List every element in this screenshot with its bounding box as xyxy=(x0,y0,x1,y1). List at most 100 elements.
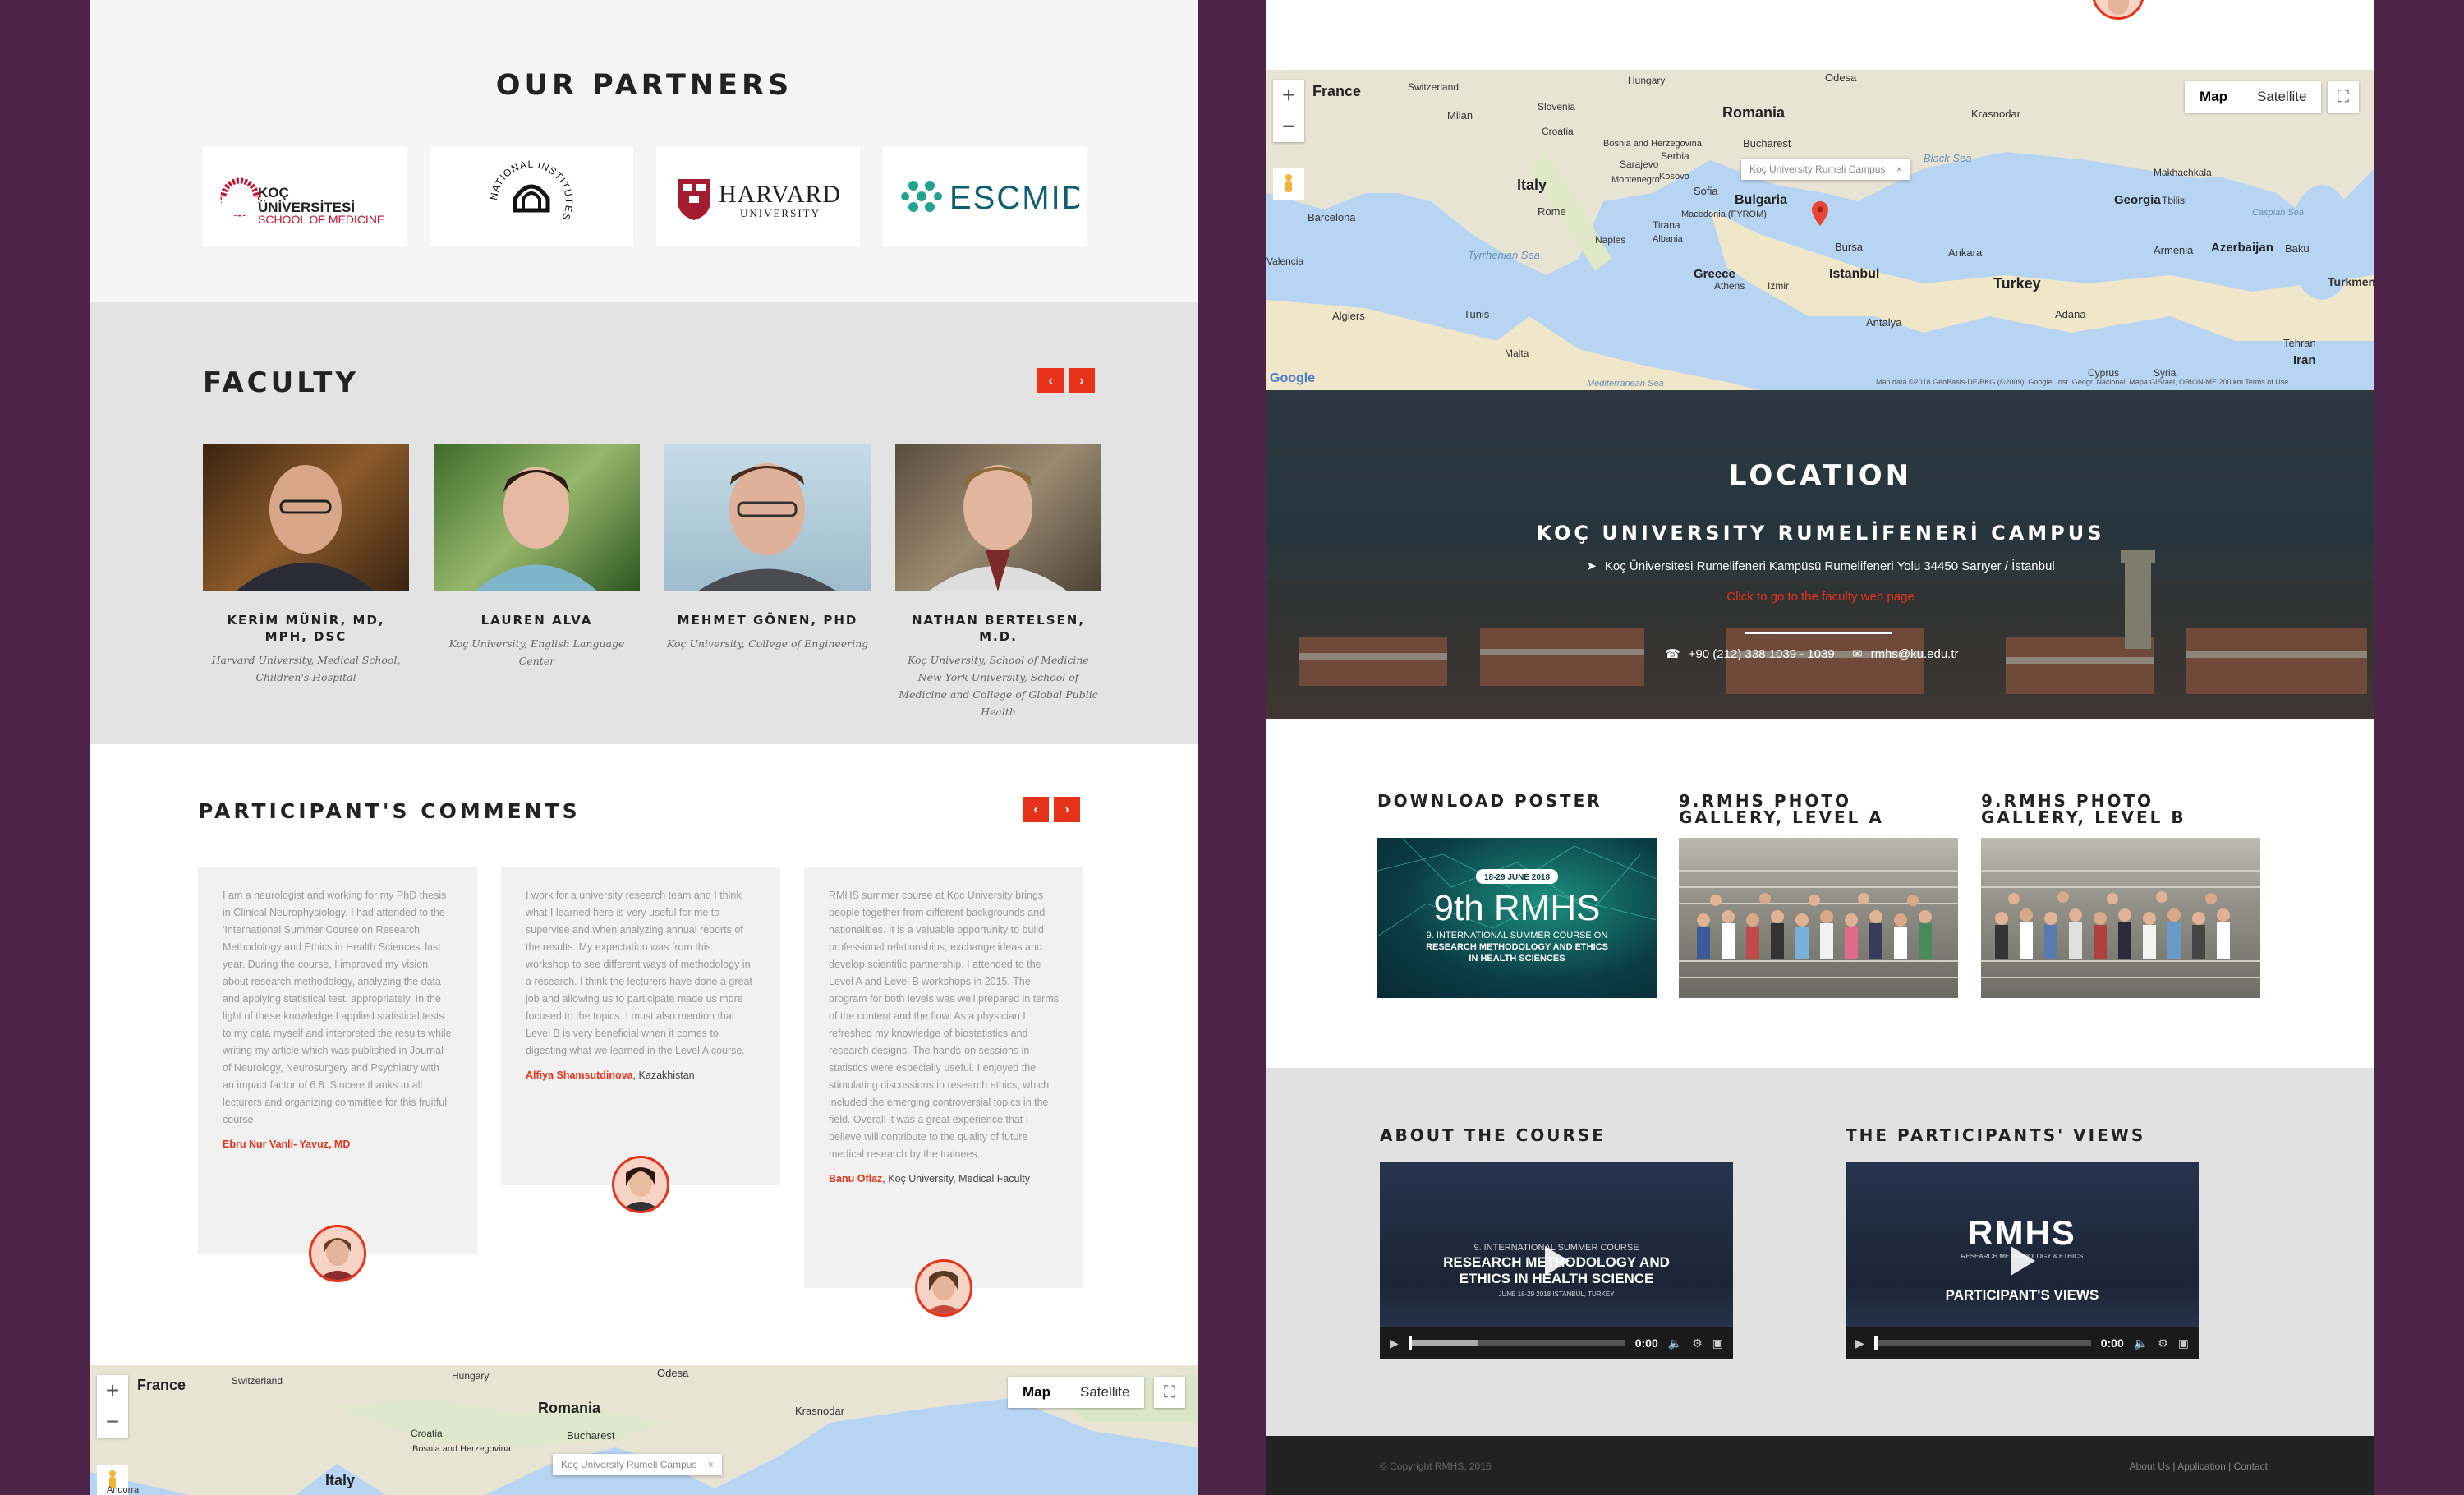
participants-views-video[interactable]: RMHS RESEARCH METHODOLOGY & ETHICS PARTI… xyxy=(1846,1162,2199,1359)
faculty-affiliation: Koç University, English Language Center xyxy=(448,637,625,667)
map-label: Slovenia xyxy=(1538,101,1576,113)
settings-gear-icon[interactable]: ⚙ xyxy=(2158,1336,2168,1350)
map-label: Rome xyxy=(1538,205,1566,218)
faculty-carousel-arrows: ‹ › xyxy=(1037,368,1095,393)
play-button-icon[interactable]: ▶ xyxy=(1390,1336,1399,1350)
map-label: Italy xyxy=(325,1472,356,1488)
map-label: Bucharest xyxy=(1743,137,1791,150)
play-button-icon[interactable]: ▶ xyxy=(1855,1336,1864,1350)
info-window-close-button[interactable]: × xyxy=(708,1459,714,1470)
map-label: Odesa xyxy=(1825,71,1857,84)
faculty-photo xyxy=(434,444,640,591)
location-map[interactable]: + − Map Satellite ⛶ France Switzerland H… xyxy=(1266,70,2374,390)
nih-logo-link[interactable]: NATIONAL INSTITUTES OF HEALTH xyxy=(430,147,633,246)
gallery-a-link[interactable] xyxy=(1679,838,1958,998)
volume-icon[interactable]: 🔈 xyxy=(2134,1336,2148,1350)
map-label: Valencia xyxy=(1266,255,1304,267)
map-label: Black Sea xyxy=(1924,152,1972,164)
comments-title: PARTICIPANT'S COMMENTS xyxy=(198,799,581,823)
phone-number[interactable]: +90 (212) 338 1039 - 1039 xyxy=(1689,647,1835,661)
map-label: Sarajevo xyxy=(1620,159,1659,170)
left-page-panel: OUR PARTNERS KOÇ ÜNİVERSİTESİ SCHOOL OF … xyxy=(90,0,1198,1495)
comment-avatar xyxy=(612,1156,669,1213)
map-label: Malta xyxy=(1505,347,1529,359)
map-label: Italy xyxy=(1517,177,1547,193)
play-icon[interactable] xyxy=(1542,1244,1571,1277)
zoom-out-button[interactable]: − xyxy=(1273,111,1304,142)
footer-separator: | xyxy=(2172,1460,2176,1472)
comment-avatar xyxy=(2092,0,2145,20)
map-label: Cyprus xyxy=(2088,367,2120,379)
gallery-b-link[interactable] xyxy=(1981,838,2260,998)
map-fullscreen-button[interactable]: ⛶ xyxy=(1154,1377,1185,1408)
fullscreen-icon[interactable]: ▣ xyxy=(1712,1336,1723,1350)
zoom-out-button[interactable]: − xyxy=(97,1406,128,1438)
map-label: Bucharest xyxy=(567,1429,615,1442)
koc-logo-link[interactable]: KOÇ ÜNİVERSİTESİ SCHOOL OF MEDICINE xyxy=(203,147,407,246)
map-label: Switzerland xyxy=(1408,81,1460,93)
map-label: Athens xyxy=(1714,280,1745,292)
poster-image: 18-29 JUNE 2018 9th RMHS 9. INTERNATIONA… xyxy=(1377,838,1657,964)
faculty-card[interactable]: LAUREN ALVA Koç University, English Lang… xyxy=(434,444,640,669)
faculty-title: FACULTY xyxy=(203,366,360,399)
zoom-in-button[interactable]: + xyxy=(97,1375,128,1406)
comment-card: I am a neurologist and working for my Ph… xyxy=(198,867,477,1254)
map-fullscreen-button[interactable]: ⛶ xyxy=(2328,81,2359,113)
faculty-card[interactable]: MEHMET GÖNEN, PHD Koç University, Colleg… xyxy=(664,444,871,652)
map-marker-icon[interactable] xyxy=(1812,201,1828,226)
comment-author-line: Banu Oflaz, Koç University, Medical Facu… xyxy=(829,1173,1059,1184)
download-poster-link[interactable]: 18-29 JUNE 2018 9th RMHS 9. INTERNATIONA… xyxy=(1377,838,1657,998)
about-course-title: ABOUT THE COURSE xyxy=(1380,1125,1606,1145)
map-label: Barcelona xyxy=(1308,211,1356,223)
comments-prev-button[interactable]: ‹ xyxy=(1023,797,1049,822)
map-label: Tirana xyxy=(1653,219,1680,231)
escmid-logo-link[interactable]: ESCMID xyxy=(883,147,1087,246)
street-view-pegman-icon[interactable] xyxy=(1273,168,1304,200)
map-type-map-button[interactable]: Map xyxy=(1008,1377,1065,1408)
location-arrow-icon: ➤ xyxy=(1586,559,1597,573)
faculty-prev-button[interactable]: ‹ xyxy=(1037,368,1064,393)
play-icon[interactable] xyxy=(2007,1244,2037,1277)
settings-gear-icon[interactable]: ⚙ xyxy=(1692,1336,1703,1350)
faculty-web-page-link[interactable]: Click to go to the faculty web page xyxy=(1266,590,2374,604)
comments-next-button[interactable]: › xyxy=(1054,797,1080,822)
info-window-close-button[interactable]: × xyxy=(1896,163,1902,175)
video-progress-bar[interactable] xyxy=(1408,1336,1625,1350)
video-control-bar: ▶ 0:00 🔈 ⚙ ▣ xyxy=(1380,1327,1733,1359)
map-type-satellite-button[interactable]: Satellite xyxy=(2242,81,2321,113)
faculty-card[interactable]: NATHAN BERTELSEN, M.D. Koç University, S… xyxy=(895,444,1101,720)
volume-icon[interactable]: 🔈 xyxy=(1668,1336,1682,1350)
comment-text: I work for a university research team an… xyxy=(526,890,752,1056)
footer-link-application[interactable]: Application xyxy=(2177,1460,2226,1472)
about-course-video[interactable]: 9. INTERNATIONAL SUMMER COURSE RESEARCH … xyxy=(1380,1162,1733,1359)
location-map-left[interactable]: + − Map Satellite ⛶ France Switzerland H… xyxy=(90,1365,1198,1495)
map-label: Tyrrhenian Sea xyxy=(1468,249,1540,261)
comment-avatar xyxy=(915,1259,972,1317)
info-window-title: Koç University Rumeli Campus xyxy=(1749,163,1886,175)
comment-place: , Koç University, Medical Faculty xyxy=(882,1173,1030,1184)
harvard-logo-link[interactable]: HARVARD UNIVERSITY xyxy=(656,147,860,246)
map-land xyxy=(1266,70,2374,390)
comment-place: , Kazakhistan xyxy=(632,1070,695,1081)
campus-name: KOÇ UNIVERSITY RUMELİFENERİ CAMPUS xyxy=(1536,522,2105,545)
map-label: Romania xyxy=(1722,104,1786,121)
map-label: Bosnia and Herzegovina xyxy=(1603,139,1702,149)
fullscreen-icon[interactable]: ▣ xyxy=(2178,1336,2189,1350)
map-type-map-button[interactable]: Map xyxy=(2185,81,2242,113)
map-label: Caspian Sea xyxy=(2252,208,2304,218)
location-divider xyxy=(1745,632,1892,634)
video-progress-bar[interactable] xyxy=(1873,1336,2091,1350)
faculty-card[interactable]: KERİM MÜNİR, MD, MPH, DSC Harvard Univer… xyxy=(203,444,409,686)
faculty-photo xyxy=(203,444,409,591)
video-overlay-line: JUNE 18-29 2018 ISTANBUL, TURKEY xyxy=(1498,1290,1615,1298)
email-link[interactable]: rmhs@ku.edu.tr xyxy=(1871,647,1959,661)
map-type-satellite-button[interactable]: Satellite xyxy=(1065,1377,1144,1408)
footer-link-contact[interactable]: Contact xyxy=(2234,1460,2268,1472)
footer-link-about[interactable]: About Us xyxy=(2130,1460,2170,1472)
koc-line3: SCHOOL OF MEDICINE xyxy=(258,213,384,225)
zoom-in-button[interactable]: + xyxy=(1273,80,1304,111)
map-label: Mediterranean Sea xyxy=(1587,379,1664,389)
envelope-icon: ✉ xyxy=(1852,647,1863,661)
faculty-name: KERİM MÜNİR, MD, MPH, DSC xyxy=(227,613,385,644)
faculty-next-button[interactable]: › xyxy=(1069,368,1095,393)
